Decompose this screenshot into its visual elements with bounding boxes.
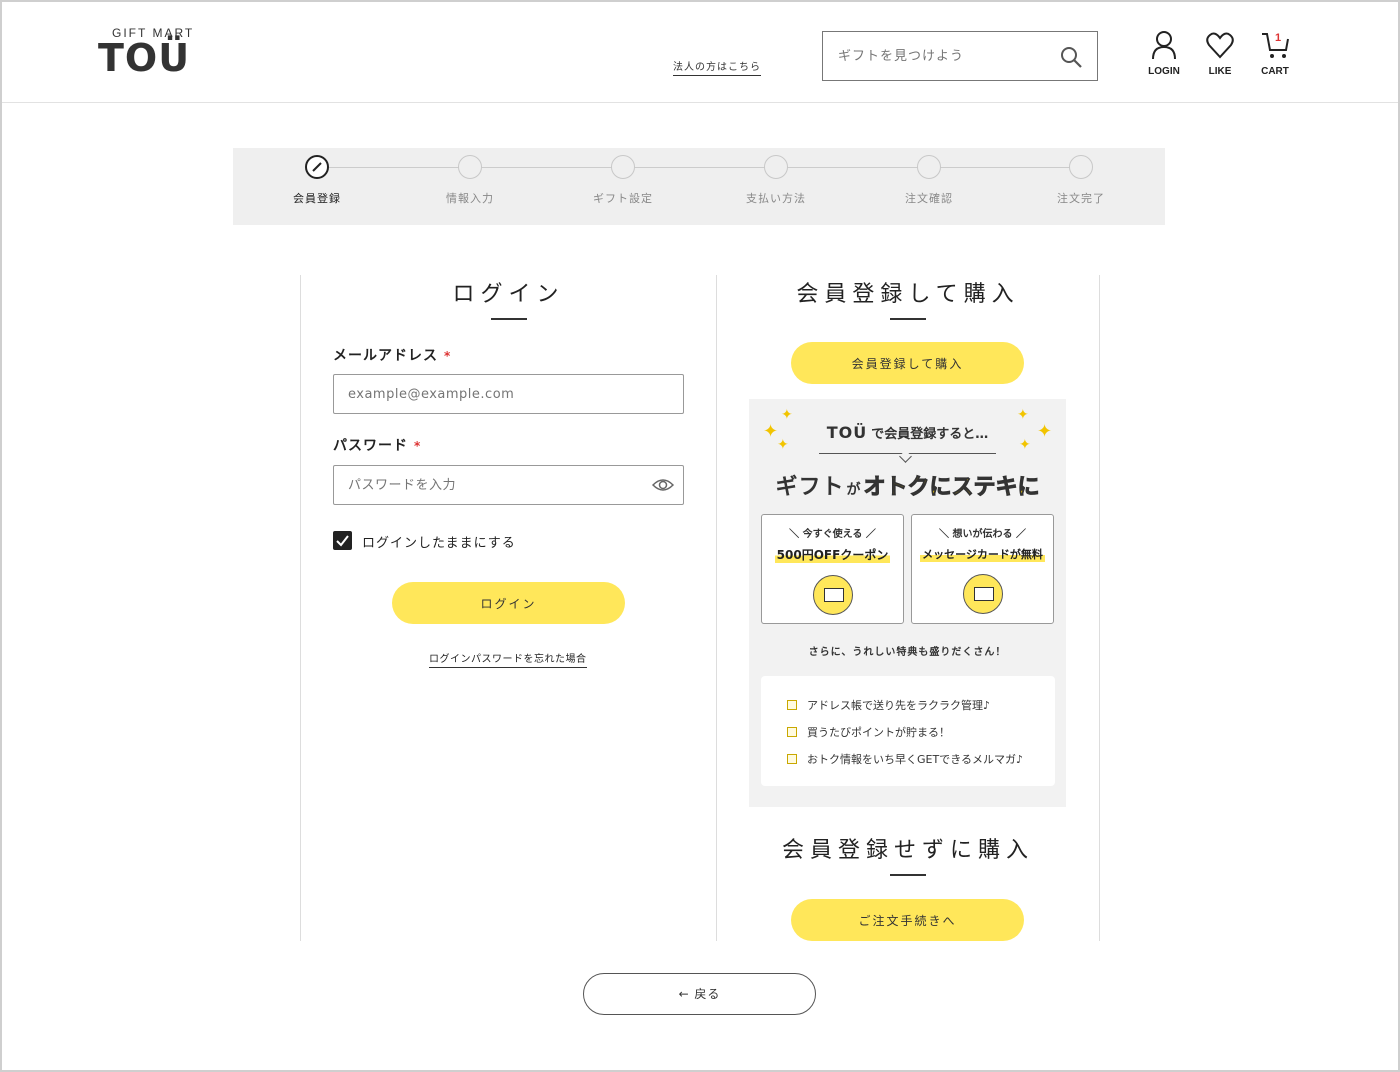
register-and-buy-button[interactable]: 会員登録して購入 — [791, 342, 1024, 384]
eye-icon[interactable] — [652, 475, 674, 495]
perk-text: アドレス帳で送り先をラクラク管理♪ — [807, 699, 991, 712]
login-title: ログイン — [452, 282, 565, 307]
perk-item: おトク情報をいち早くGETできるメルマガ♪ — [787, 751, 1023, 767]
speech-underline — [819, 453, 996, 454]
cart-count-badge: 1 — [1275, 32, 1282, 44]
member-benefits-banner: ✦ ✦ ✦ ✦ ✦ ✦ TOÜ で会員登録すると… ギフト がオトクにステキに ＼ … — [749, 399, 1066, 807]
remember-checkbox[interactable] — [333, 531, 352, 550]
remember-label[interactable]: ログインしたままにする — [362, 532, 516, 551]
message-card-benefit-card: ＼ 想いが伝わる ／ メッセージカードが無料 — [911, 514, 1054, 624]
step-label: ギフト設定 — [593, 192, 653, 205]
corporate-link[interactable]: 法人の方はこちら — [673, 58, 761, 76]
column-divider — [1099, 275, 1100, 941]
guest-section: 会員登録せずに購入 — [717, 832, 1099, 876]
step-label: 注文完了 — [1057, 192, 1105, 205]
perk-item: アドレス帳で送り先をラクラク管理♪ — [787, 697, 990, 713]
step-label: 注文確認 — [905, 192, 953, 205]
promo-headline-b: が — [846, 482, 862, 498]
card-subtitle: ＼ 想いが伝わる ／ — [939, 529, 1026, 540]
step-indicator — [1069, 155, 1093, 179]
coupon-icon — [812, 575, 853, 615]
checkbox-bullet-icon — [787, 754, 797, 764]
perks-list: アドレス帳で送り先をラクラク管理♪ 買うたびポイントが貯まる！ おトク情報をいち… — [761, 676, 1055, 786]
login-button[interactable]: ログイン — [392, 582, 625, 624]
guest-title: 会員登録せずに購入 — [781, 838, 1034, 863]
promo-headline-a: ギフト — [775, 475, 845, 500]
forgot-password-link[interactable]: ログインパスワードを忘れた場合 — [429, 650, 587, 668]
perk-text: 買うたびポイントが貯まる！ — [807, 726, 950, 739]
step-label: 支払い方法 — [746, 192, 806, 205]
step-indicator — [305, 155, 329, 179]
step-order-complete: 注文完了 — [1021, 155, 1141, 206]
step-indicator — [764, 155, 788, 179]
required-mark: * — [414, 439, 422, 453]
title-underline — [490, 318, 527, 320]
login-label: LOGIN — [1148, 66, 1180, 77]
search-box[interactable] — [822, 31, 1098, 81]
coupon-benefit-card: ＼ 今すぐ使える ／ 500円OFFクーポン — [761, 514, 904, 624]
email-label-text: メールアドレス — [333, 348, 438, 364]
search-input[interactable] — [838, 32, 1058, 80]
step-gift-settings: ギフト設定 — [563, 155, 683, 206]
password-label: パスワード * — [333, 435, 421, 455]
step-label: 会員登録 — [293, 192, 341, 205]
like-nav[interactable]: LIKE — [1193, 30, 1247, 77]
password-input[interactable] — [348, 466, 638, 504]
step-indicator — [458, 155, 482, 179]
email-field[interactable] — [333, 374, 684, 414]
search-icon[interactable] — [1059, 45, 1083, 69]
card-title: 500円OFFクーポン — [774, 546, 891, 563]
title-underline — [890, 318, 926, 320]
email-input[interactable] — [348, 375, 638, 413]
checkout-steps: 会員登録 情報入力 ギフト設定 支払い方法 注文確認 注文完了 — [233, 148, 1165, 225]
guest-checkout-button[interactable]: ご注文手続きへ — [791, 899, 1024, 941]
promo-headline-c: オトクにステキに — [863, 475, 1040, 501]
step-indicator — [917, 155, 941, 179]
logo-wordmark: TOÜ — [98, 36, 191, 80]
sparkle-icon: ✦ — [1017, 407, 1029, 423]
step-indicator — [611, 155, 635, 179]
required-mark: * — [444, 349, 452, 363]
like-label: LIKE — [1208, 66, 1232, 77]
card-subtitle: ＼ 今すぐ使える ／ — [789, 529, 876, 540]
title-underline — [890, 874, 926, 876]
email-label: メールアドレス * — [333, 345, 451, 365]
heart-icon — [1206, 32, 1234, 59]
promo-logo: TOÜ — [826, 423, 868, 442]
login-nav[interactable]: LOGIN — [1137, 30, 1191, 77]
cart-nav[interactable]: 1 CART — [1248, 30, 1302, 77]
register-title: 会員登録して購入 — [796, 282, 1020, 307]
step-order-confirm: 注文確認 — [869, 155, 989, 206]
checkmark-icon — [336, 535, 349, 547]
checkbox-bullet-icon — [787, 727, 797, 737]
cart-label: CART — [1261, 66, 1289, 77]
step-member-registration: 会員登録 — [257, 155, 377, 206]
site-logo[interactable]: GIFT MART TOÜ — [98, 26, 208, 80]
promo-intro-text: で会員登録すると… — [871, 427, 989, 442]
pencil-icon — [312, 162, 322, 172]
promo-headline: ギフト がオトクにステキに — [749, 469, 1066, 501]
promo-more-text: さらに、うれしい特典も盛りだくさん！ — [808, 647, 1007, 658]
promo-intro: TOÜ で会員登録すると… — [749, 423, 1066, 442]
perk-text: おトク情報をいち早くGETできるメルマガ♪ — [807, 753, 1023, 766]
sparkle-icon: ✦ — [781, 407, 793, 423]
password-field[interactable] — [333, 465, 684, 505]
step-payment-method: 支払い方法 — [716, 155, 836, 206]
step-label: 情報入力 — [446, 192, 494, 205]
password-label-text: パスワード — [333, 438, 408, 454]
step-info-input: 情報入力 — [410, 155, 530, 206]
card-title: メッセージカードが無料 — [920, 546, 1045, 562]
checkbox-bullet-icon — [787, 700, 797, 710]
message-card-icon — [962, 574, 1003, 614]
user-icon — [1152, 31, 1176, 60]
back-button[interactable]: ← 戻る — [583, 973, 816, 1015]
perk-item: 買うたびポイントが貯まる！ — [787, 724, 950, 740]
